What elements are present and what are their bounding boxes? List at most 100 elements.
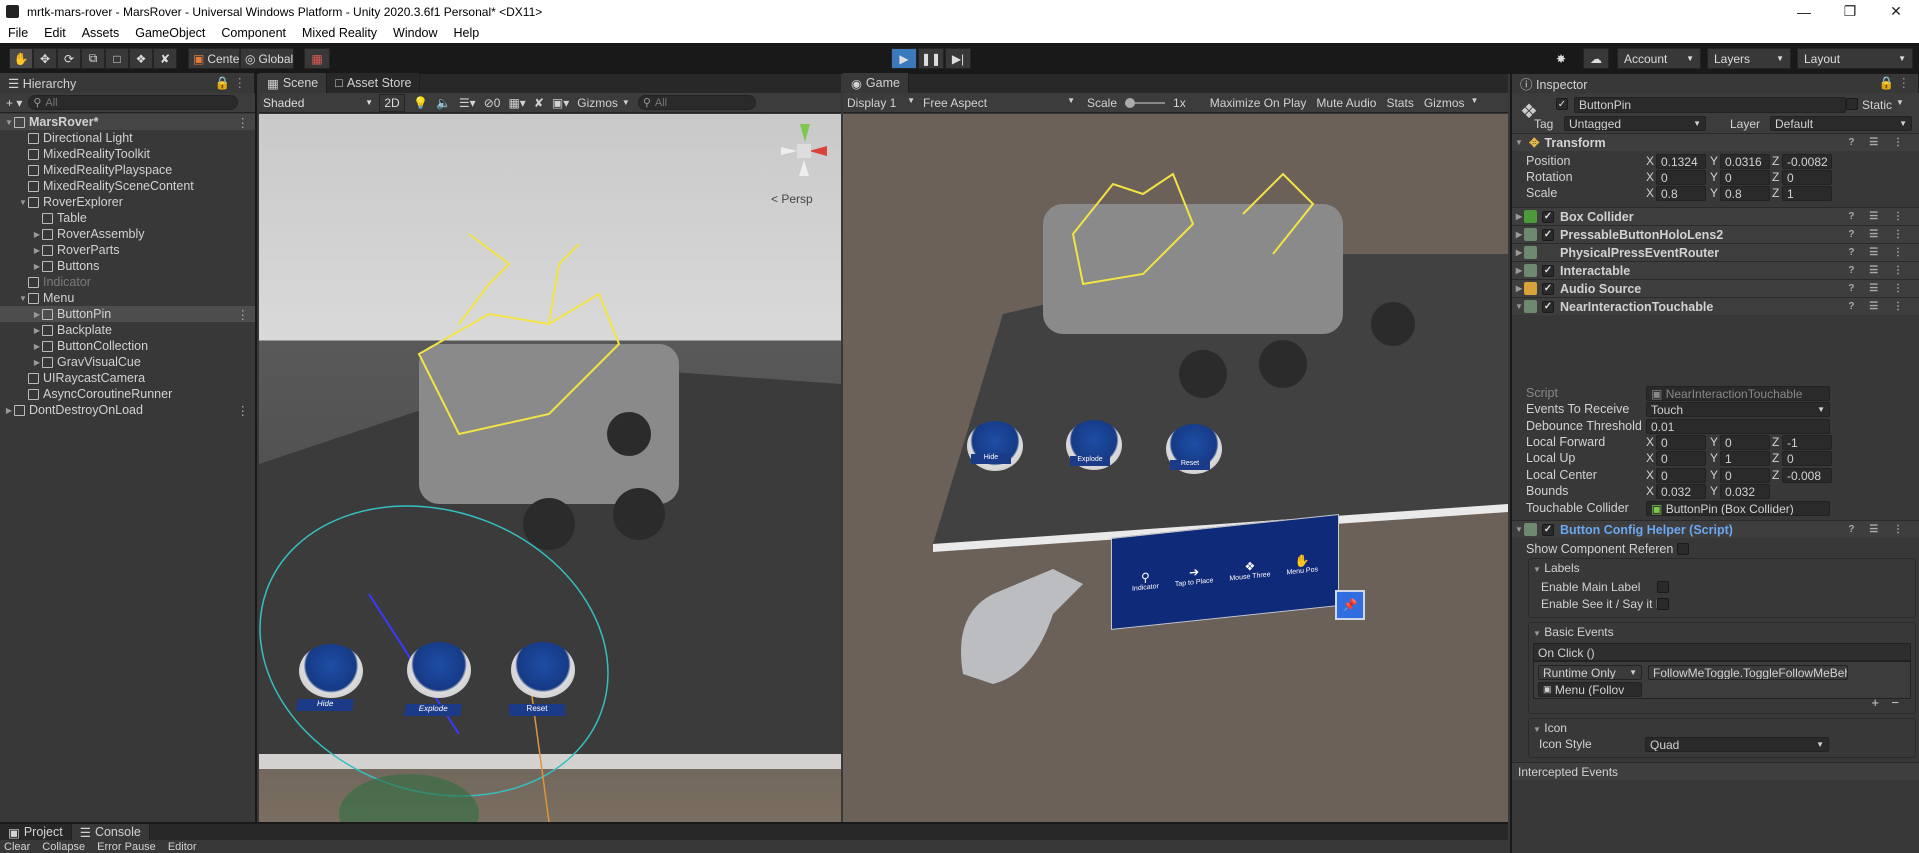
main-label-checkbox[interactable] [1657,581,1669,593]
lighting-icon[interactable]: 💡 [413,96,428,110]
tools-icon[interactable]: ✘ [534,96,544,110]
step-button[interactable]: ▶| [945,48,971,69]
transform-tool-icon[interactable]: ❖ [129,48,153,69]
foldout-arrow-icon[interactable]: ▼ [1514,302,1524,311]
pause-button[interactable]: ❚❚ [918,48,944,69]
menu-file[interactable]: File [0,26,36,40]
rotation-y-field[interactable]: 0 [1720,170,1770,185]
add-event-button[interactable]: + [1871,695,1879,710]
scene-explode-button[interactable] [407,642,471,698]
component-header[interactable]: ▶ PhysicalPressEventRouter ? ☰ ⋮ [1512,243,1919,261]
show-ref-checkbox[interactable] [1677,543,1690,555]
orientation-gizmo[interactable] [777,122,833,178]
bounds-x-field[interactable]: 0.032 [1656,484,1706,499]
tag-dropdown[interactable]: Untagged ▼ [1564,116,1706,131]
component-menu-icon[interactable]: ? ☰ ⋮ [1848,283,1909,294]
menu-mixed-reality[interactable]: Mixed Reality [294,26,385,40]
expand-arrow-icon[interactable]: ▶ [32,326,42,335]
z-axis-cone[interactable] [781,147,797,155]
static-dropdown[interactable]: Static ▼ [1862,98,1904,112]
scale-x-field[interactable]: 0.8 [1656,186,1706,201]
cloud-icon[interactable]: ☁ [1583,48,1609,69]
local-center-y-field[interactable]: 0 [1720,468,1770,483]
component-header[interactable]: ▶ ✓ Box Collider ? ☰ ⋮ [1512,207,1919,225]
basic-events-foldout[interactable]: ▼ Basic Events [1529,623,1915,641]
component-enabled-checkbox[interactable]: ✓ [1542,282,1554,295]
component-header[interactable]: ▶ ✓ Audio Source ? ☰ ⋮ [1512,279,1919,297]
expand-arrow-icon[interactable]: ▶ [4,406,14,415]
scale-y-field[interactable]: 0.8 [1720,186,1770,201]
game-gizmos-dropdown[interactable]: Gizmos ▼ [1424,96,1479,110]
touchable-collider-field[interactable]: ▣ ButtonPin (Box Collider) [1646,501,1830,516]
aspect-dropdown[interactable]: Free Aspect ▼ [919,96,1079,110]
scene-hide-button[interactable] [299,644,363,698]
labels-foldout[interactable]: ▼ Labels [1529,559,1915,577]
rotation-z-field[interactable]: 0 [1782,170,1832,185]
grid-icon[interactable]: ▦▾ [508,96,525,110]
expand-arrow-icon[interactable]: ▼ [4,118,14,127]
x-axis-cone[interactable] [809,146,827,156]
custom-tool-icon[interactable]: ✘ [153,48,177,69]
hierarchy-item[interactable]: MixedRealityPlayspace [0,162,255,178]
static-checkbox[interactable] [1846,98,1858,110]
display-dropdown[interactable]: Display 1 ▼ [843,96,919,110]
y-axis-cone[interactable] [800,124,810,142]
menu-item-mouse-three[interactable]: ❖ Mouse Three [1229,557,1270,582]
icon-foldout[interactable]: ▼ Icon [1529,719,1915,737]
hierarchy-search-input[interactable]: ⚲ All [28,95,239,110]
component-enabled-checkbox[interactable]: ✓ [1542,210,1554,223]
layers-dropdown[interactable]: Layers ▼ [1707,48,1791,69]
menu-assets[interactable]: Assets [74,26,128,40]
camera-icon[interactable]: ▣▾ [552,96,569,110]
component-header[interactable]: ▼ ✓ NearInteractionTouchable ? ☰ ⋮ [1512,297,1919,315]
hierarchy-item[interactable]: ▶ RoverParts [0,242,255,258]
target-object-field[interactable]: ▣ Menu (Follov [1538,682,1642,697]
menu-item-tap-to-place[interactable]: ➔ Tap to Place [1175,563,1214,588]
neg-y-axis-cone[interactable] [799,160,809,176]
menu-edit[interactable]: Edit [36,26,74,40]
hierarchy-item[interactable]: Indicator [0,274,255,290]
projection-label[interactable]: < Persp [771,192,813,206]
scene-viewport[interactable]: Hide Explode Reset < Persp [259,114,841,822]
local-forward-x-field[interactable]: 0 [1656,435,1706,450]
shading-dropdown[interactable]: Shaded ▼ [259,93,377,112]
function-dropdown[interactable]: FollowMeToggle.ToggleFollowMeBeha▼ [1648,665,1848,680]
position-x-field[interactable]: 0.1324 [1656,154,1706,169]
hierarchy-item[interactable]: ▼ RoverExplorer [0,194,255,210]
pin-icon[interactable]: 📌 [1335,590,1365,620]
foldout-arrow-icon[interactable]: ▶ [1514,212,1524,221]
component-enabled-checkbox[interactable]: ✓ [1542,228,1554,241]
hierarchy-item[interactable]: ▼ Menu [0,290,255,306]
button-config-helper-header[interactable]: ▼ ✓ Button Config Helper (Script)? ☰ ⋮ [1512,520,1919,538]
hierarchy-item[interactable]: ▶ Buttons [0,258,255,274]
events-dropdown[interactable]: Touch ▼ [1646,402,1830,417]
minimize-icon[interactable]: — [1781,4,1827,20]
foldout-arrow-icon[interactable]: ▶ [1514,284,1524,293]
rotate-tool-icon[interactable]: ⟳ [57,48,81,69]
scale-slider[interactable] [1125,97,1166,108]
foldout-arrow-icon[interactable]: ▶ [1514,248,1524,257]
expand-arrow-icon[interactable]: ▼ [18,198,28,207]
mute-audio-toggle[interactable]: Mute Audio [1316,96,1376,110]
scene-search-input[interactable]: ⚲ All [637,95,756,110]
component-enabled-checkbox[interactable]: ✓ [1542,523,1554,536]
tab-project[interactable]: ▣ Project [0,824,72,840]
hierarchy-item[interactable]: MixedRealityToolkit [0,146,255,162]
position-z-field[interactable]: -0.0082 [1782,154,1832,169]
hierarchy-item[interactable]: AsyncCoroutineRunner [0,386,255,402]
expand-arrow-icon[interactable]: ▶ [32,310,42,319]
local-forward-y-field[interactable]: 0 [1720,435,1770,450]
editor-dropdown[interactable]: Editor [168,841,197,853]
maximize-on-play-toggle[interactable]: Maximize On Play [1210,96,1307,110]
hierarchy-item[interactable]: ▶ GravVisualCue [0,354,255,370]
position-y-field[interactable]: 0.0316 [1720,154,1770,169]
menu-item-indicator[interactable]: ⚲ Indicator [1132,568,1159,592]
active-checkbox[interactable]: ✓ [1556,98,1568,110]
menu-window[interactable]: Window [385,26,445,40]
more-icon[interactable]: ⋮ [237,115,256,130]
tab-inspector[interactable]: ⓘ Inspector 🔒 ⋮ [1512,74,1919,93]
runtime-dropdown[interactable]: Runtime Only ▼ [1538,665,1642,680]
expand-arrow-icon[interactable]: ▶ [32,358,42,367]
component-menu-icon[interactable]: ? ☰ ⋮ [1848,229,1909,240]
effects-icon[interactable]: ☰▾ [459,96,476,110]
